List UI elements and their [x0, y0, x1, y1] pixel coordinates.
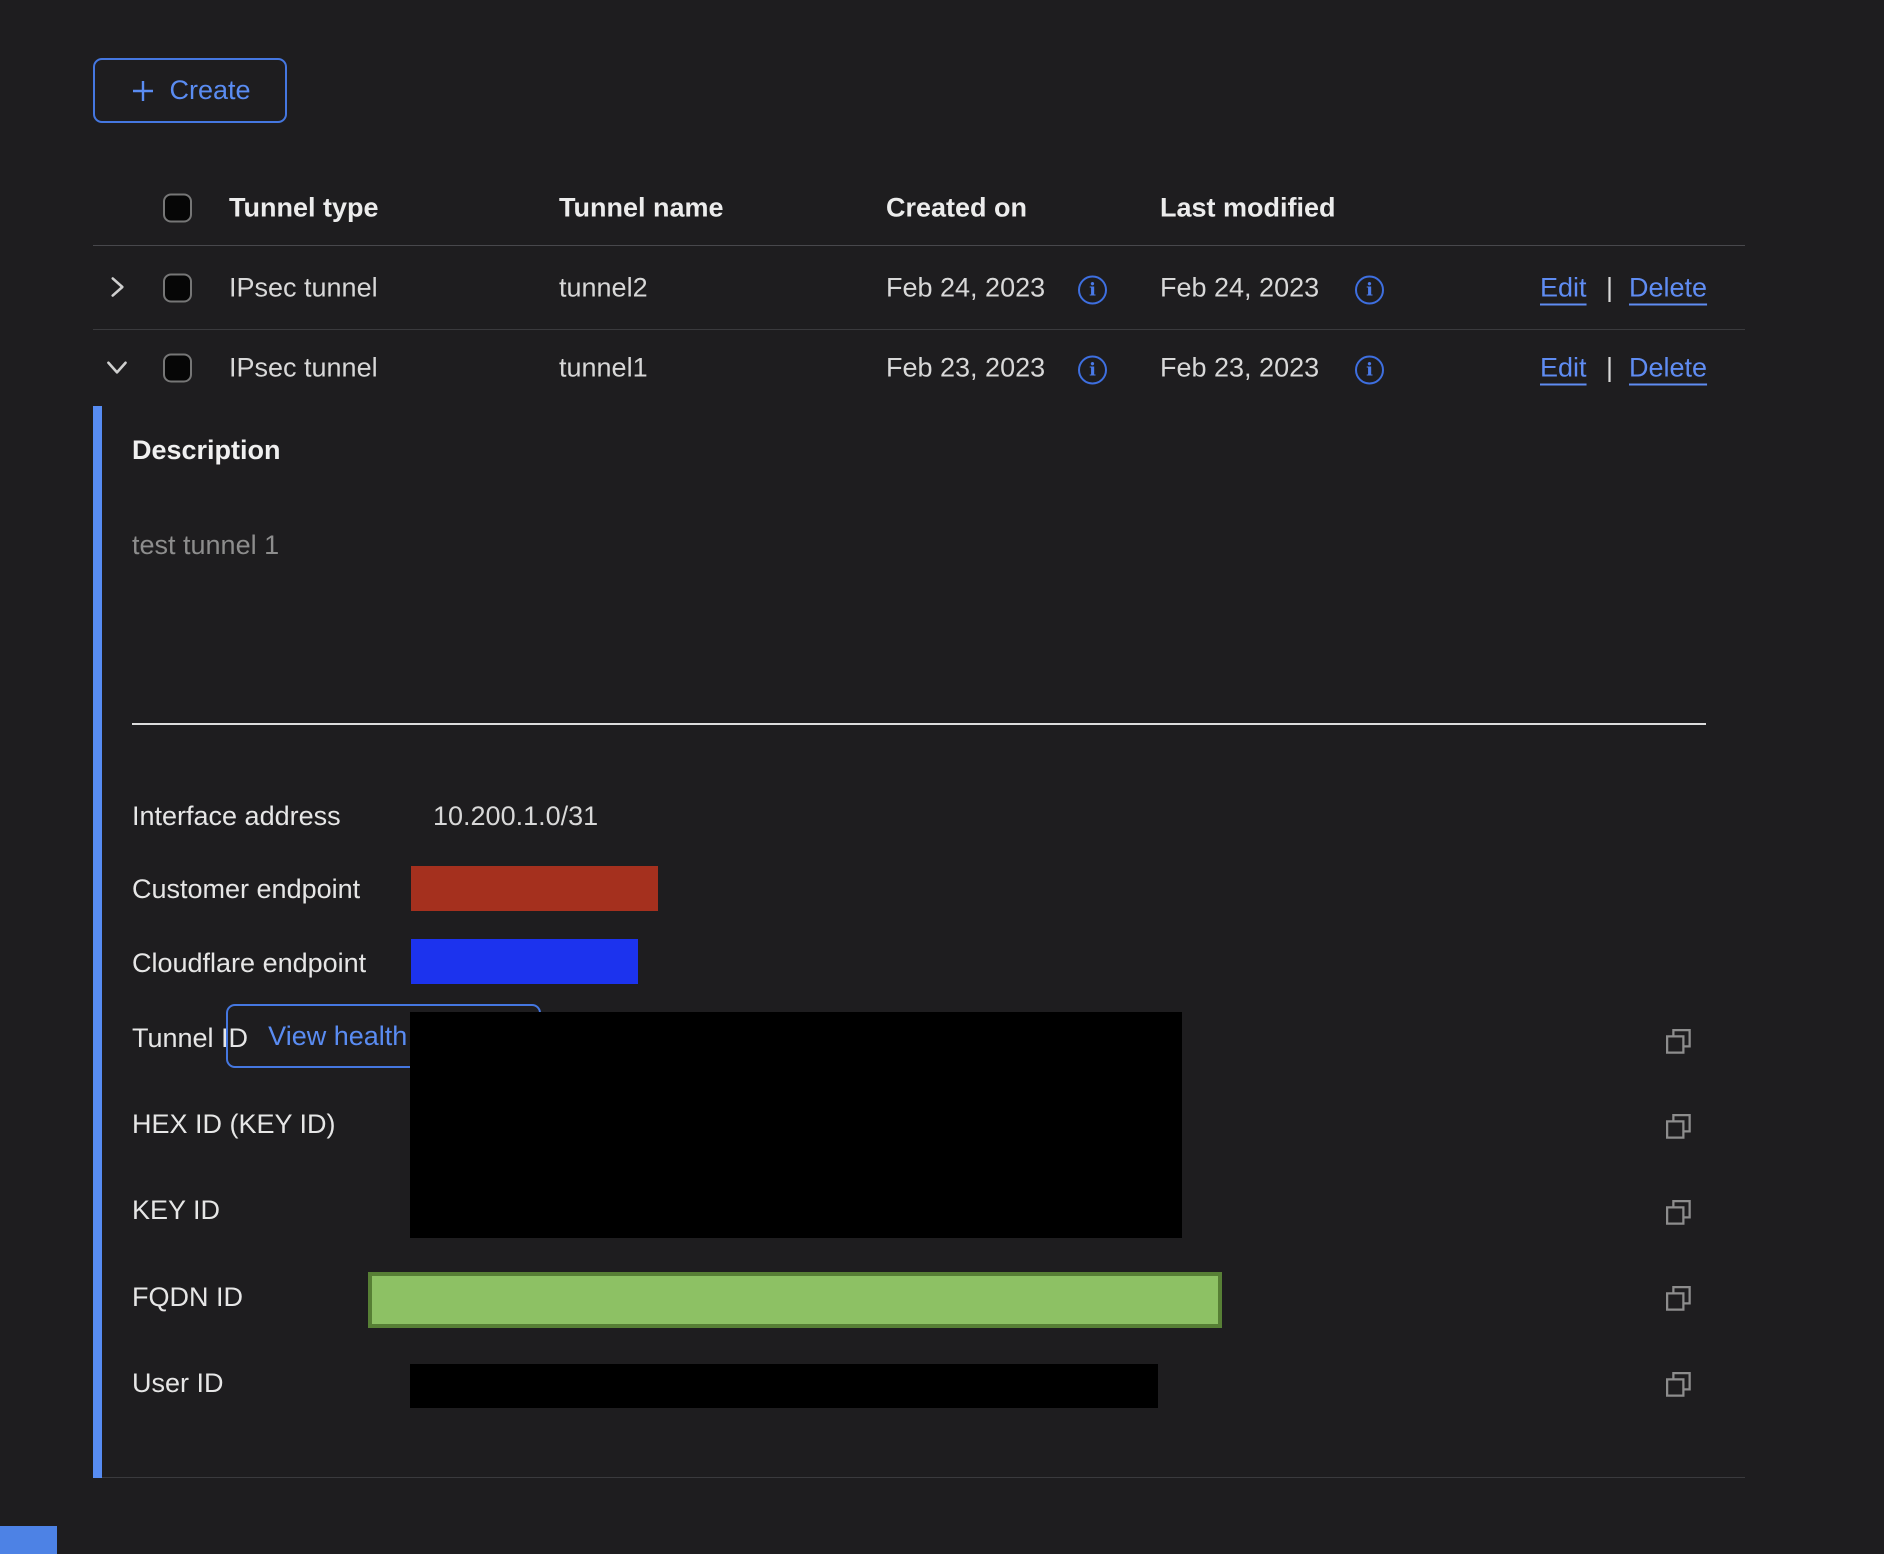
copy-fqdn-id-button[interactable]	[1662, 1283, 1696, 1317]
collapse-row-button[interactable]	[101, 352, 133, 384]
ipsec-tunnels-page: Create Tunnel type Tunnel name Created o…	[0, 0, 1884, 1554]
edit-link[interactable]: Edit	[1540, 272, 1587, 303]
copy-icon	[1664, 1284, 1694, 1314]
customer-endpoint-label: Customer endpoint	[132, 872, 360, 906]
fqdn-id-redacted-value	[368, 1272, 1222, 1328]
interface-address-value: 10.200.1.0/31	[433, 799, 598, 833]
customer-endpoint-redacted-value	[411, 866, 658, 911]
expand-row-button[interactable]	[101, 272, 133, 304]
section-divider	[132, 723, 1706, 725]
create-button[interactable]: Create	[93, 58, 287, 123]
chevron-right-icon	[102, 272, 132, 302]
delete-link[interactable]: Delete	[1629, 353, 1707, 384]
table-row: IPsec tunnel tunnel1 Feb 23, 2023 Feb 23…	[93, 330, 1745, 406]
info-icon[interactable]	[1078, 275, 1107, 304]
cloudflare-endpoint-redacted-value	[411, 939, 638, 984]
user-id-redacted-value	[410, 1364, 1158, 1408]
ids-redacted-values	[410, 1012, 1182, 1238]
tunnel-name-cell: tunnel1	[559, 353, 648, 384]
copy-tunnel-id-button[interactable]	[1662, 1026, 1696, 1060]
info-icon[interactable]	[1078, 356, 1107, 385]
created-on-cell: Feb 23, 2023	[886, 353, 1045, 384]
tunnels-table: Tunnel type Tunnel name Created on Last …	[93, 170, 1745, 406]
user-id-label: User ID	[132, 1366, 224, 1400]
bottom-left-accent-fragment	[0, 1526, 57, 1554]
table-header-row: Tunnel type Tunnel name Created on Last …	[93, 170, 1745, 246]
interface-address-label: Interface address	[132, 799, 341, 833]
last-modified-cell: Feb 23, 2023	[1160, 353, 1319, 384]
create-button-label: Create	[169, 75, 250, 106]
copy-icon	[1664, 1027, 1694, 1057]
info-icon[interactable]	[1355, 356, 1384, 385]
modified-info-wrap	[1355, 352, 1384, 385]
header-tunnel-name: Tunnel name	[559, 192, 724, 223]
header-tunnel-type: Tunnel type	[229, 192, 379, 223]
copy-icon	[1664, 1112, 1694, 1142]
delete-link[interactable]: Delete	[1629, 272, 1707, 303]
actions-separator: |	[1606, 353, 1613, 384]
fqdn-id-label: FQDN ID	[132, 1280, 243, 1314]
modified-info-wrap	[1355, 271, 1384, 304]
info-icon[interactable]	[1355, 275, 1384, 304]
chevron-down-icon	[102, 352, 132, 382]
edit-link[interactable]: Edit	[1540, 353, 1587, 384]
header-created-on: Created on	[886, 192, 1027, 223]
tunnel-name-cell: tunnel2	[559, 272, 648, 303]
select-all-checkbox[interactable]	[163, 193, 192, 222]
tunnel-type-cell: IPsec tunnel	[229, 353, 378, 384]
created-on-cell: Feb 24, 2023	[886, 272, 1045, 303]
copy-key-id-button[interactable]	[1662, 1197, 1696, 1231]
tunnel-detail-panel: Description test tunnel 1 View health ch…	[93, 406, 1745, 1478]
last-modified-cell: Feb 24, 2023	[1160, 272, 1319, 303]
expansion-accent-bar	[93, 406, 102, 1478]
header-last-modified: Last modified	[1160, 192, 1336, 223]
hex-id-label: HEX ID (KEY ID)	[132, 1107, 336, 1141]
row-checkbox[interactable]	[163, 273, 192, 302]
plus-icon	[129, 77, 157, 105]
tunnel-type-cell: IPsec tunnel	[229, 272, 378, 303]
key-id-label: KEY ID	[132, 1193, 220, 1227]
description-label: Description	[132, 433, 281, 467]
copy-icon	[1664, 1198, 1694, 1228]
created-info-wrap	[1078, 352, 1107, 385]
copy-hex-id-button[interactable]	[1662, 1111, 1696, 1145]
actions-separator: |	[1606, 272, 1613, 303]
copy-user-id-button[interactable]	[1662, 1369, 1696, 1403]
tunnel-id-label: Tunnel ID	[132, 1021, 248, 1055]
cloudflare-endpoint-label: Cloudflare endpoint	[132, 946, 366, 980]
row-checkbox[interactable]	[163, 354, 192, 383]
created-info-wrap	[1078, 271, 1107, 304]
description-value: test tunnel 1	[132, 528, 279, 562]
copy-icon	[1664, 1370, 1694, 1400]
table-row: IPsec tunnel tunnel2 Feb 24, 2023 Feb 24…	[93, 246, 1745, 330]
